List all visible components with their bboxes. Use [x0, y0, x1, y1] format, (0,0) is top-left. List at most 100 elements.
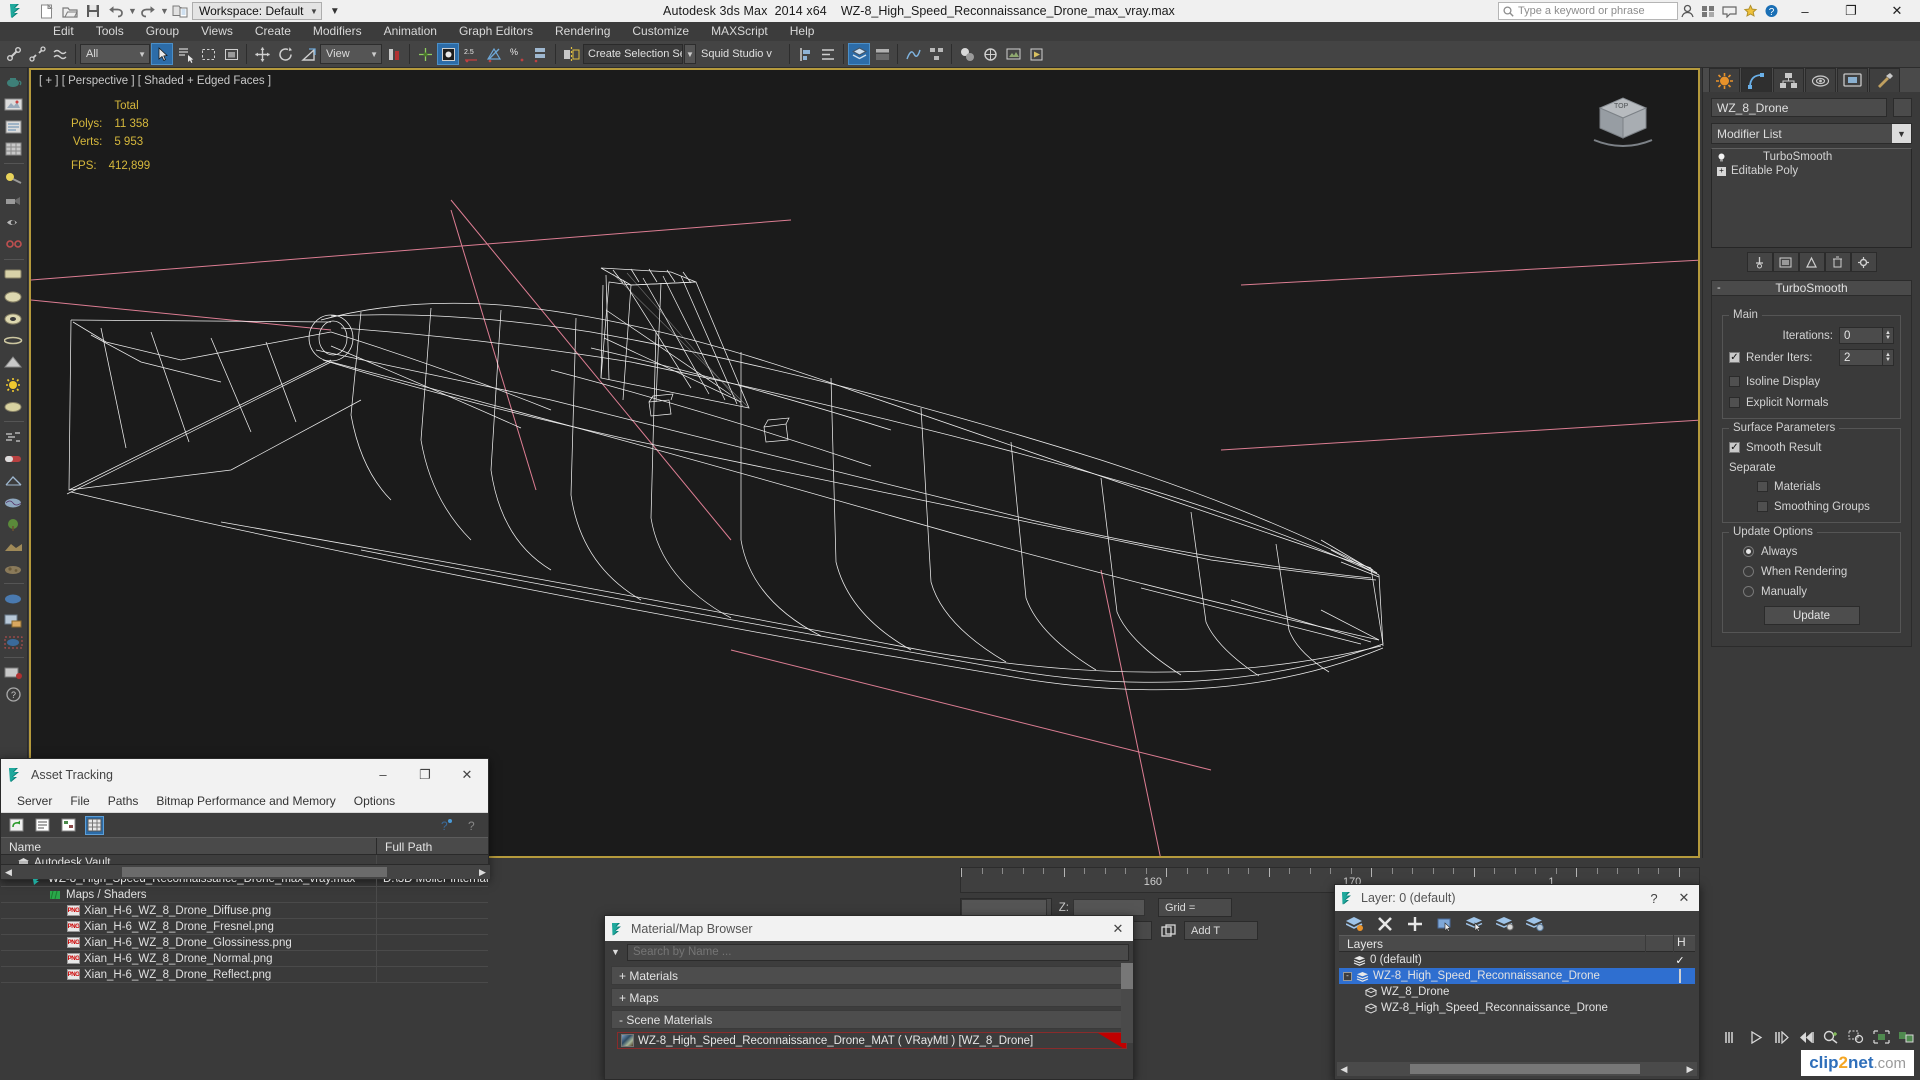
material-browser-scrollbar[interactable] [1121, 963, 1133, 1043]
materials-row[interactable]: Materials [1729, 478, 1894, 495]
box-primitive-icon[interactable] [2, 264, 26, 285]
app-logo-icon[interactable] [0, 0, 34, 22]
rectangular-selection-region-icon[interactable] [197, 43, 219, 65]
render-to-texture-icon[interactable] [2, 610, 26, 631]
workspace-selector[interactable]: Workspace: Default ▼ [192, 2, 322, 20]
column-name[interactable]: Name [1, 838, 376, 854]
list-view-tool-icon[interactable] [2, 116, 26, 137]
sun-light-icon[interactable] [2, 374, 26, 395]
modifier-stack[interactable]: TurboSmooth + Editable Poly [1711, 148, 1912, 248]
previous-frame-icon[interactable] [1721, 1028, 1741, 1046]
next-frame-icon[interactable] [1771, 1028, 1791, 1046]
layer-close-button[interactable]: ✕ [1669, 890, 1699, 906]
table-row[interactable]: PNG Xian_H-6_WZ_8_Drone_Fresnel.png [1, 918, 488, 935]
render-iters-checkbox[interactable]: ✓ [1729, 352, 1740, 363]
list-item[interactable]: WZ-8_High_Speed_Reconnaissance_Drone [1339, 1000, 1695, 1016]
scroll-right-arrow-icon[interactable]: ▶ [1683, 1064, 1697, 1075]
snaps-toggle-icon[interactable] [437, 43, 459, 65]
quick-align-icon[interactable] [817, 43, 839, 65]
exchange-apps-icon[interactable] [1699, 2, 1717, 20]
table-row[interactable]: PNG Xian_H-6_WZ_8_Drone_Glossiness.png [1, 934, 488, 951]
use-pivot-point-center-icon[interactable] [383, 43, 405, 65]
menu-item-help[interactable]: Help [779, 22, 826, 41]
workspace-more-icon[interactable]: ▼ [330, 6, 340, 17]
viewcube-icon[interactable]: TOP [1588, 90, 1658, 152]
object-color-swatch[interactable] [1893, 98, 1912, 117]
show-end-result-button[interactable] [1772, 252, 1799, 272]
menu-item-customize[interactable]: Customize [621, 22, 700, 41]
menu-item-rendering[interactable]: Rendering [544, 22, 621, 41]
zoom-region-icon[interactable] [1871, 1028, 1891, 1046]
asset-menu-options[interactable]: Options [345, 794, 404, 808]
torus-primitive-icon[interactable] [2, 308, 26, 329]
smoothing-groups-checkbox[interactable] [1757, 501, 1768, 512]
table-row[interactable]: PNG Xian_H-6_WZ_8_Drone_Normal.png [1, 950, 488, 967]
communication-center-icon[interactable] [1720, 2, 1738, 20]
set-project-folder-icon[interactable] [169, 2, 190, 21]
redo-icon[interactable] [137, 2, 158, 21]
tab-utilities[interactable] [1869, 68, 1900, 92]
edit-named-selection-sets-icon[interactable] [529, 43, 551, 65]
terrain-icon[interactable] [2, 536, 26, 557]
angle-snap-toggle-icon[interactable]: 2.5 [460, 43, 482, 65]
menu-item-maxscript[interactable]: MAXScript [700, 22, 779, 41]
sphere-primitive-icon[interactable] [2, 286, 26, 307]
remove-modifier-button[interactable] [1824, 252, 1851, 272]
asset-horizontal-scrollbar[interactable]: ◀ ▶ [1, 864, 490, 879]
menu-item-group[interactable]: Group [135, 22, 190, 41]
configure-modifier-sets-button[interactable] [1850, 252, 1877, 272]
material-search-input[interactable] [627, 943, 1129, 961]
lightbulb-icon[interactable] [1717, 153, 1726, 162]
smoothing-groups-row[interactable]: Smoothing Groups [1729, 498, 1894, 515]
create-new-layer-icon[interactable] [1345, 914, 1365, 934]
help-icon[interactable]: ? [1762, 2, 1780, 20]
select-and-manipulate-icon[interactable] [414, 43, 436, 65]
asset-close-button[interactable]: ✕ [446, 759, 488, 790]
select-and-scale-icon[interactable] [297, 43, 319, 65]
delete-layer-icon[interactable] [1375, 914, 1395, 934]
select-and-link-icon[interactable] [3, 43, 25, 65]
render-iters-value[interactable]: 2 [1839, 349, 1883, 366]
viewport-perspective[interactable]: [ + ] [ Perspective ] [ Shaded + Edged F… [29, 68, 1700, 858]
isoline-display-checkbox[interactable] [1729, 376, 1740, 387]
dependency-view-icon[interactable] [59, 816, 78, 835]
layer-horizontal-scrollbar[interactable]: ◀ ▶ [1337, 1062, 1697, 1076]
asset-minimize-button[interactable]: – [362, 759, 404, 790]
update-when-rendering-radio[interactable] [1743, 566, 1754, 577]
scroll-right-arrow-icon[interactable]: ▶ [475, 867, 490, 878]
spline-cage-icon[interactable] [2, 470, 26, 491]
window-crossing-toggle-icon[interactable] [220, 43, 242, 65]
teapot-tool-icon[interactable] [2, 72, 26, 93]
reference-coordinate-combo[interactable]: View ▼ [320, 44, 382, 64]
layer-help-button[interactable]: ? [1639, 891, 1669, 906]
zoom-extents-icon[interactable] [1846, 1028, 1866, 1046]
modifier-stack-item-turbosmooth[interactable]: TurboSmooth [1713, 150, 1910, 164]
column-hide[interactable]: H [1673, 935, 1695, 952]
collapse-icon[interactable]: - [1343, 971, 1352, 981]
layer-manager-icon[interactable] [848, 43, 870, 65]
rollout-collapse-icon[interactable]: - [1717, 282, 1721, 294]
expand-icon[interactable]: + [1717, 166, 1726, 176]
scrollbar-thumb[interactable] [1121, 963, 1133, 989]
align-icon[interactable] [794, 43, 816, 65]
list-item[interactable]: - WZ-8_High_Speed_Reconnaissance_Drone [1339, 968, 1695, 984]
list-item[interactable]: WZ_8_Drone [1339, 984, 1695, 1000]
particle-system-icon[interactable] [2, 426, 26, 447]
modifier-stack-item-editable-poly[interactable]: + Editable Poly [1713, 164, 1910, 178]
percent-snap-toggle-icon[interactable] [483, 43, 505, 65]
maximize-button[interactable]: ❐ [1828, 0, 1874, 22]
zoom-tool-icon[interactable] [1821, 1028, 1841, 1046]
group-maps[interactable]: + Maps [611, 988, 1127, 1007]
select-objects-in-layer-icon[interactable] [1435, 914, 1455, 934]
named-selection-set-field[interactable]: Create Selection Se [583, 44, 683, 64]
group-materials[interactable]: + Materials [611, 966, 1127, 985]
material-map-browser-dialog[interactable]: Material/Map Browser ✕ ▼ + Materials + M… [604, 915, 1134, 1080]
select-and-rotate-icon[interactable] [274, 43, 296, 65]
update-button[interactable]: Update [1763, 606, 1860, 625]
camera-tool-icon[interactable] [2, 190, 26, 211]
explicit-normals-checkbox[interactable] [1729, 397, 1740, 408]
ribbon-toggle-icon[interactable] [871, 43, 893, 65]
menu-item-tools[interactable]: Tools [85, 22, 135, 41]
scene-material-item[interactable]: WZ-8_High_Speed_Reconnaissance_Drone_MAT… [617, 1032, 1127, 1049]
column-layers[interactable]: Layers [1339, 937, 1645, 951]
